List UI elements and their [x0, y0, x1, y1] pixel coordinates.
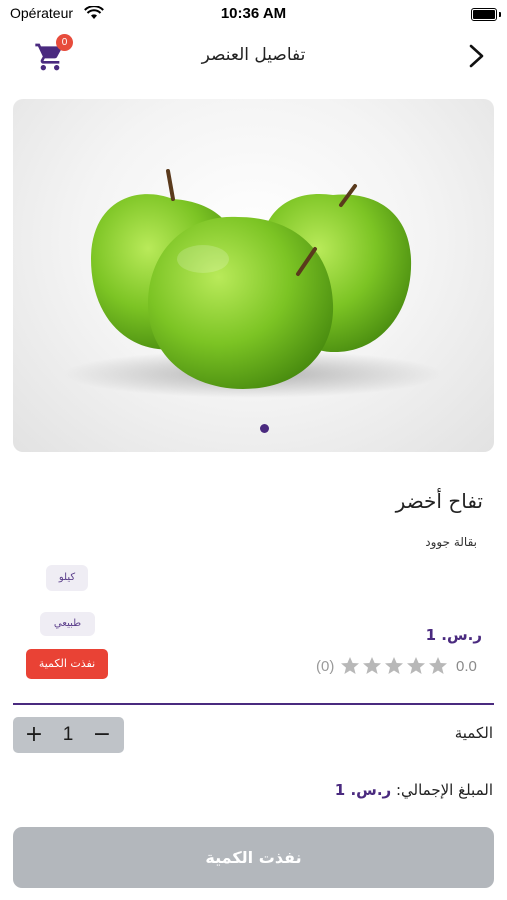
add-to-cart-button[interactable]: نفذت الكمية	[13, 827, 494, 888]
unit-tag: كيلو	[46, 565, 88, 591]
star-icon	[363, 657, 381, 674]
star-icon	[341, 657, 359, 674]
star-icon	[429, 657, 447, 674]
out-of-stock-badge: نفذت الكمية	[26, 649, 108, 679]
total-row: المبلغ الإجمالي: ر.س. 1	[335, 781, 493, 799]
star-rating	[341, 657, 447, 674]
nav-bar: 0 تفاصيل العنصر	[0, 34, 507, 78]
battery-tip	[499, 12, 501, 17]
rating-count: (0)	[316, 658, 335, 675]
decrease-quantity-button[interactable]: −	[87, 717, 117, 753]
quantity-stepper: + 1 −	[13, 717, 124, 753]
total-label: المبلغ الإجمالي:	[395, 781, 493, 799]
product-price: ر.س. 1	[425, 626, 482, 644]
gallery-page-indicator[interactable]	[260, 424, 269, 433]
total-value: ر.س. 1	[334, 781, 392, 799]
type-tag: طبيعي	[40, 612, 95, 636]
section-divider	[13, 703, 494, 705]
status-time: 10:36 AM	[220, 5, 287, 22]
battery-icon	[471, 8, 497, 21]
product-image	[63, 169, 443, 398]
star-icon	[385, 657, 403, 674]
quantity-value: 1	[62, 724, 74, 745]
product-image-gallery[interactable]	[13, 99, 494, 452]
store-name: بقالة جوود	[425, 535, 477, 549]
star-icon	[407, 657, 425, 674]
product-name: تفاح أخضر	[395, 489, 483, 513]
rating-value: 0.0	[456, 658, 477, 675]
status-bar: Opérateur 10:36 AM	[0, 0, 507, 30]
increase-quantity-button[interactable]: +	[19, 717, 49, 753]
quantity-label: الكمية	[454, 724, 493, 742]
page-title: تفاصيل العنصر	[201, 45, 306, 65]
chevron-right-icon[interactable]	[467, 43, 487, 69]
